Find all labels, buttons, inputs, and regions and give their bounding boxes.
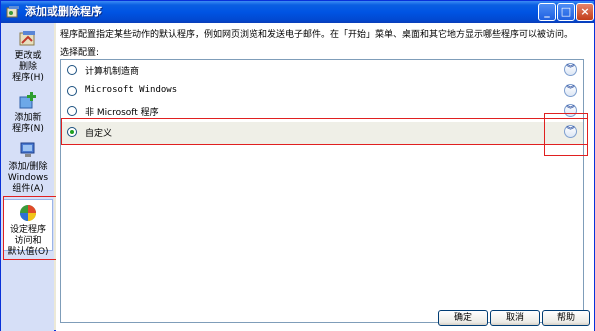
add-new-programs-icon [19,92,36,109]
sidebar-item-label: Windows [7,173,49,183]
main-panel: 程序配置指定某些动作的默认程序，例如网页浏览和发送电子邮件。在「开始」菜单、桌面… [56,23,594,331]
radio-button[interactable] [67,65,77,75]
expand-chevron-icon[interactable]: ︾ [564,84,577,97]
option-row-manufacturer[interactable]: 计算机制造商 ︾ [61,60,583,80]
add-remove-programs-window: 添加或删除程序 _ □ × 更改或 删除 程序(H) 添加新 程序(N) 添加/… [0,0,595,331]
description-text: 程序配置指定某些动作的默认程序，例如网页浏览和发送电子邮件。在「开始」菜单、桌面… [60,30,574,40]
ok-button[interactable]: 确定 [438,310,488,326]
sidebar: 更改或 删除 程序(H) 添加新 程序(N) 添加/删除 Windows 组件(… [1,23,54,331]
expand-chevron-icon[interactable]: ︾ [564,104,577,117]
sidebar-item-label: 访问和 [14,236,42,246]
sidebar-item-label: 添加/删除 [8,162,48,172]
window-title: 添加或删除程序 [25,5,102,18]
sidebar-panel: 更改或 删除 程序(H) 添加新 程序(N) 添加/删除 Windows 组件(… [1,23,54,331]
sidebar-item-program-access[interactable]: 设定程序 访问和 默认值(O) [3,199,53,257]
choose-configuration-label: 选择配置: [60,48,100,58]
close-button[interactable]: × [576,3,594,21]
option-row-custom[interactable]: 自定义 ︾ [61,122,583,144]
minimize-button[interactable]: _ [538,3,556,21]
configuration-list: 计算机制造商 ︾ Microsoft Windows ︾ 非 Microsoft… [60,59,584,323]
program-access-defaults-icon [20,205,36,221]
option-label: 计算机制造商 [85,67,140,77]
sidebar-item-label: 删除 [18,62,37,72]
radio-button[interactable] [67,86,77,96]
sidebar-item-add-new[interactable]: 添加新 程序(N) [3,91,53,135]
radio-button[interactable] [67,127,77,137]
windows-components-icon [20,142,35,157]
option-label: 非 Microsoft 程序 [85,108,159,118]
add-remove-programs-icon [6,6,19,18]
change-remove-programs-icon [19,31,35,46]
sidebar-item-label: 组件(A) [12,184,44,194]
option-label: 自定义 [85,129,113,139]
sidebar-item-label: 设定程序 [9,225,46,235]
option-row-non-microsoft[interactable]: 非 Microsoft 程序 ︾ [61,101,583,121]
sidebar-item-change-remove[interactable]: 更改或 删除 程序(H) [3,29,53,84]
maximize-button[interactable]: □ [557,3,575,21]
radio-button[interactable] [67,106,77,116]
sidebar-item-label: 程序(H) [12,73,44,83]
title-bar[interactable]: 添加或删除程序 _ □ × [1,1,594,23]
sidebar-item-label: 更改或 [14,51,42,61]
sidebar-item-label: 添加新 [14,113,42,123]
expand-chevron-icon[interactable]: ︾ [564,63,577,76]
option-row-microsoft-windows[interactable]: Microsoft Windows ︾ [61,81,583,101]
sidebar-item-label: 默认值(O) [7,247,49,257]
sidebar-item-windows-components[interactable]: 添加/删除 Windows 组件(A) [3,140,53,195]
cancel-button[interactable]: 取消 [490,310,540,326]
option-label: Microsoft Windows [85,85,178,95]
sidebar-item-label: 程序(N) [12,124,44,134]
help-button[interactable]: 帮助 [542,310,590,326]
expand-chevron-icon[interactable]: ︾ [564,125,577,138]
